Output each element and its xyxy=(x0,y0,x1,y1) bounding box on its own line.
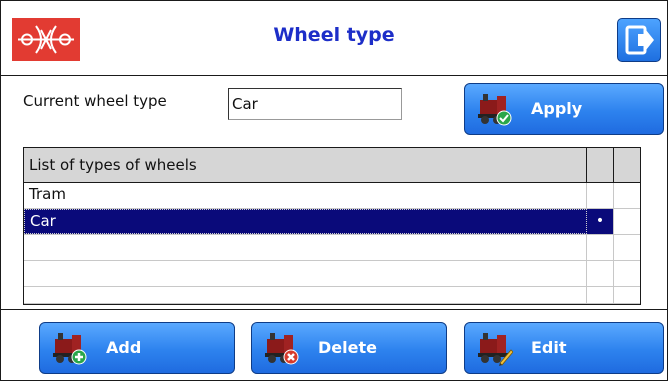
row-name: Car xyxy=(24,209,587,234)
train-edit-icon xyxy=(478,333,513,366)
add-label: Add xyxy=(106,338,142,357)
delete-button[interactable]: Delete xyxy=(251,322,447,374)
exit-icon xyxy=(625,25,654,55)
table-row-empty[interactable] xyxy=(24,235,640,261)
table-header: List of types of wheels xyxy=(24,148,640,183)
page-title: Wheel type xyxy=(273,24,395,46)
column-header-extra xyxy=(614,148,640,182)
row-name: Tram xyxy=(24,183,587,208)
column-header-name: List of types of wheels xyxy=(24,148,587,182)
edit-button[interactable]: Edit xyxy=(464,322,664,374)
table-row[interactable]: Tram xyxy=(24,183,640,209)
apply-button[interactable]: Apply xyxy=(464,83,664,135)
wheel-types-table[interactable]: List of types of wheels Tram Car • xyxy=(23,147,641,305)
delete-label: Delete xyxy=(318,338,377,357)
row-extra xyxy=(614,183,640,208)
table-row-empty[interactable] xyxy=(24,287,640,304)
train-check-icon xyxy=(478,94,512,126)
column-header-mark xyxy=(587,148,614,182)
apply-label: Apply xyxy=(531,99,583,118)
add-button[interactable]: Add xyxy=(39,322,235,374)
current-wheel-type-input[interactable] xyxy=(228,88,402,120)
train-delete-icon xyxy=(265,333,299,365)
row-mark xyxy=(587,183,614,208)
row-extra xyxy=(614,209,640,234)
train-add-icon xyxy=(53,333,87,365)
current-wheel-type-label: Current wheel type xyxy=(23,92,167,110)
edit-label: Edit xyxy=(531,338,567,357)
table-row-selected[interactable]: Car • xyxy=(24,209,640,235)
wheel-type-window: Wheel type Current wheel type Apply List… xyxy=(0,0,668,381)
exit-button[interactable] xyxy=(617,18,661,62)
header-bar: Wheel type xyxy=(1,1,667,76)
footer-bar: Add Delete Edit xyxy=(1,309,667,381)
row-mark: • xyxy=(587,209,614,234)
table-row-empty[interactable] xyxy=(24,261,640,287)
